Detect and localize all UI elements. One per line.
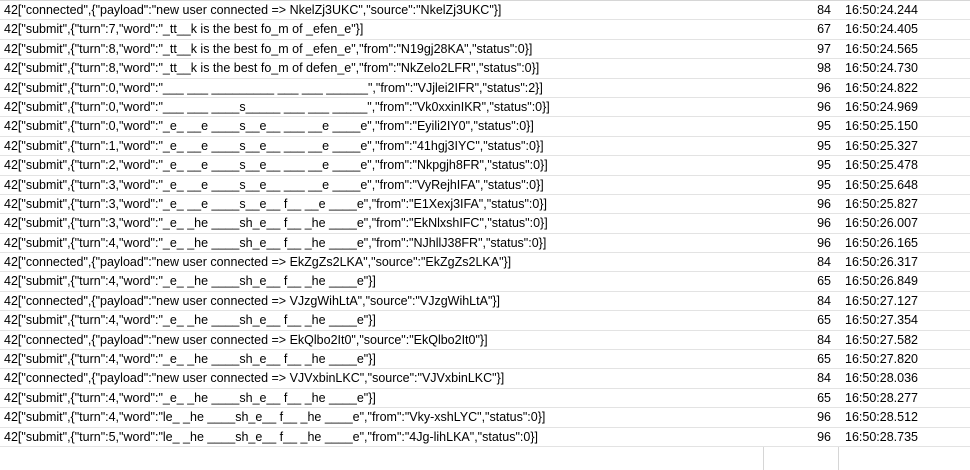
frame-length-cell: 95 (817, 158, 831, 173)
frame-data-cell: 42["submit",{"turn":2,"word":"_e_ __e __… (4, 158, 548, 173)
table-row[interactable]: 42["submit",{"turn":0,"word":"___ ___ __… (0, 97, 970, 118)
frame-data-cell: 42["submit",{"turn":0,"word":"_e_ __e __… (4, 119, 534, 134)
frame-data-cell: 42["submit",{"turn":0,"word":"___ ___ __… (4, 99, 550, 114)
frame-data-cell: 42["connected",{"payload":"new user conn… (4, 371, 505, 386)
table-row[interactable]: 42["submit",{"turn":3,"word":"_e_ __e __… (0, 194, 970, 215)
frame-time-cell: 16:50:24.969 (845, 99, 918, 114)
frame-length-cell: 95 (817, 138, 831, 153)
table-row[interactable]: 42["submit",{"turn":0,"word":"_e_ __e __… (0, 117, 970, 137)
frame-length-cell: 84 (817, 3, 831, 17)
frame-data-cell: 42["submit",{"turn":8,"word":"_tt__k is … (4, 61, 540, 76)
table-row[interactable]: 42["submit",{"turn":0,"word":"___ ___ __… (0, 78, 970, 98)
frame-time-cell: 16:50:28.277 (845, 390, 918, 405)
frame-length-cell: 84 (817, 255, 831, 270)
frame-time-cell: 16:50:25.827 (845, 196, 918, 211)
table-row[interactable]: 42["submit",{"turn":4,"word":"_e_ _he __… (0, 311, 970, 331)
frame-length-cell: 65 (817, 352, 831, 367)
frame-time-cell: 16:50:24.405 (845, 22, 918, 37)
frame-time-cell: 16:50:27.127 (845, 293, 918, 308)
frame-length-cell: 67 (817, 22, 831, 37)
frame-data-cell: 42["connected",{"payload":"new user conn… (4, 293, 501, 308)
frame-data-cell: 42["submit",{"turn":4,"word":"_e_ _he __… (4, 390, 376, 405)
table-row[interactable]: 42["submit",{"turn":4,"word":"_e_ _he __… (0, 272, 970, 292)
frame-length-cell: 84 (817, 332, 831, 347)
frame-time-cell: 16:50:25.478 (845, 158, 918, 173)
frame-time-cell: 16:50:28.735 (845, 429, 918, 444)
frame-data-cell: 42["submit",{"turn":4,"word":"_e_ _he __… (4, 352, 376, 367)
frame-data-cell: 42["submit",{"turn":3,"word":"_e_ __e __… (4, 196, 548, 211)
frame-data-cell: 42["submit",{"turn":4,"word":"le_ _he __… (4, 410, 546, 425)
frame-data-cell: 42["connected",{"payload":"new user conn… (4, 3, 502, 17)
frame-data-cell: 42["submit",{"turn":4,"word":"_e_ _he __… (4, 313, 376, 328)
table-row[interactable]: 42["connected",{"payload":"new user conn… (0, 291, 970, 312)
table-row[interactable]: 42["submit",{"turn":3,"word":"_e_ _he __… (0, 214, 970, 234)
table-row[interactable]: 42["submit",{"turn":4,"word":"_e_ _he __… (0, 388, 970, 409)
frame-time-cell: 16:50:28.036 (845, 371, 918, 386)
table-row[interactable]: 42["submit",{"turn":2,"word":"_e_ __e __… (0, 156, 970, 176)
table-row[interactable]: 42["connected",{"payload":"new user conn… (0, 1, 970, 21)
frame-length-cell: 84 (817, 293, 831, 308)
frame-length-cell: 97 (817, 41, 831, 56)
frame-length-cell: 98 (817, 61, 831, 76)
frame-data-cell: 42["submit",{"turn":1,"word":"_e_ __e __… (4, 138, 544, 153)
table-row[interactable]: 42["submit",{"turn":4,"word":"_e_ _he __… (0, 350, 970, 370)
frame-data-cell: 42["submit",{"turn":3,"word":"_e_ __e __… (4, 177, 544, 192)
frame-time-cell: 16:50:27.582 (845, 332, 918, 347)
frame-length-cell: 96 (817, 235, 831, 250)
frame-length-cell: 65 (817, 313, 831, 328)
frame-data-cell: 42["connected",{"payload":"new user conn… (4, 332, 488, 347)
table-row[interactable]: 42["submit",{"turn":3,"word":"_e_ __e __… (0, 175, 970, 195)
frame-length-cell: 96 (817, 196, 831, 211)
frame-length-cell: 96 (817, 99, 831, 114)
frame-time-cell: 16:50:24.730 (845, 61, 918, 76)
frame-time-cell: 16:50:25.648 (845, 177, 918, 192)
frame-length-cell: 65 (817, 274, 831, 289)
frame-length-cell: 95 (817, 119, 831, 134)
frame-length-cell: 96 (817, 216, 831, 231)
table-row[interactable]: 42["connected",{"payload":"new user conn… (0, 330, 970, 351)
table-row[interactable]: 42["submit",{"turn":1,"word":"_e_ __e __… (0, 136, 970, 157)
table-row[interactable]: 42["submit",{"turn":8,"word":"_tt__k is … (0, 39, 970, 60)
frame-data-cell: 42["submit",{"turn":4,"word":"_e_ _he __… (4, 235, 547, 250)
frame-data-cell: 42["submit",{"turn":0,"word":"___ ___ __… (4, 80, 543, 95)
frame-data-cell: 42["submit",{"turn":5,"word":"le_ _he __… (4, 429, 538, 444)
frame-time-cell: 16:50:26.849 (845, 274, 918, 289)
frames-list: 42["connected",{"payload":"new user conn… (0, 1, 970, 447)
frame-data-cell: 42["connected",{"payload":"new user conn… (4, 255, 512, 270)
table-row[interactable]: 42["submit",{"turn":4,"word":"le_ _he __… (0, 408, 970, 428)
table-row[interactable]: 42["submit",{"turn":4,"word":"_e_ _he __… (0, 233, 970, 254)
frame-length-cell: 96 (817, 410, 831, 425)
frame-time-cell: 16:50:26.317 (845, 255, 918, 270)
frame-time-cell: 16:50:24.565 (845, 41, 918, 56)
table-row[interactable]: 42["submit",{"turn":7,"word":"_tt__k is … (0, 20, 970, 40)
frame-length-cell: 65 (817, 390, 831, 405)
frame-time-cell: 16:50:25.150 (845, 119, 918, 134)
frame-time-cell: 16:50:26.007 (845, 216, 918, 231)
frame-time-cell: 16:50:25.327 (845, 138, 918, 153)
frame-length-cell: 96 (817, 429, 831, 444)
frame-data-cell: 42["submit",{"turn":3,"word":"_e_ _he __… (4, 216, 548, 231)
frame-length-cell: 95 (817, 177, 831, 192)
table-row[interactable]: 42["submit",{"turn":8,"word":"_tt__k is … (0, 59, 970, 79)
table-row[interactable]: 42["connected",{"payload":"new user conn… (0, 369, 970, 389)
frame-data-cell: 42["submit",{"turn":8,"word":"_tt__k is … (4, 41, 533, 56)
frame-length-cell: 96 (817, 80, 831, 95)
table-row[interactable]: 42["connected",{"payload":"new user conn… (0, 253, 970, 273)
frame-time-cell: 16:50:24.822 (845, 80, 918, 95)
frame-time-cell: 16:50:26.165 (845, 235, 918, 250)
frame-time-cell: 16:50:27.820 (845, 352, 918, 367)
frame-time-cell: 16:50:28.512 (845, 410, 918, 425)
frame-data-cell: 42["submit",{"turn":7,"word":"_tt__k is … (4, 22, 364, 37)
websocket-frames-table: 42["connected",{"payload":"new user conn… (0, 0, 970, 470)
table-row[interactable]: 42["submit",{"turn":5,"word":"le_ _he __… (0, 427, 970, 447)
frame-time-cell: 16:50:24.244 (845, 3, 918, 17)
frame-time-cell: 16:50:27.354 (845, 313, 918, 328)
frame-length-cell: 84 (817, 371, 831, 386)
frame-data-cell: 42["submit",{"turn":4,"word":"_e_ _he __… (4, 274, 376, 289)
